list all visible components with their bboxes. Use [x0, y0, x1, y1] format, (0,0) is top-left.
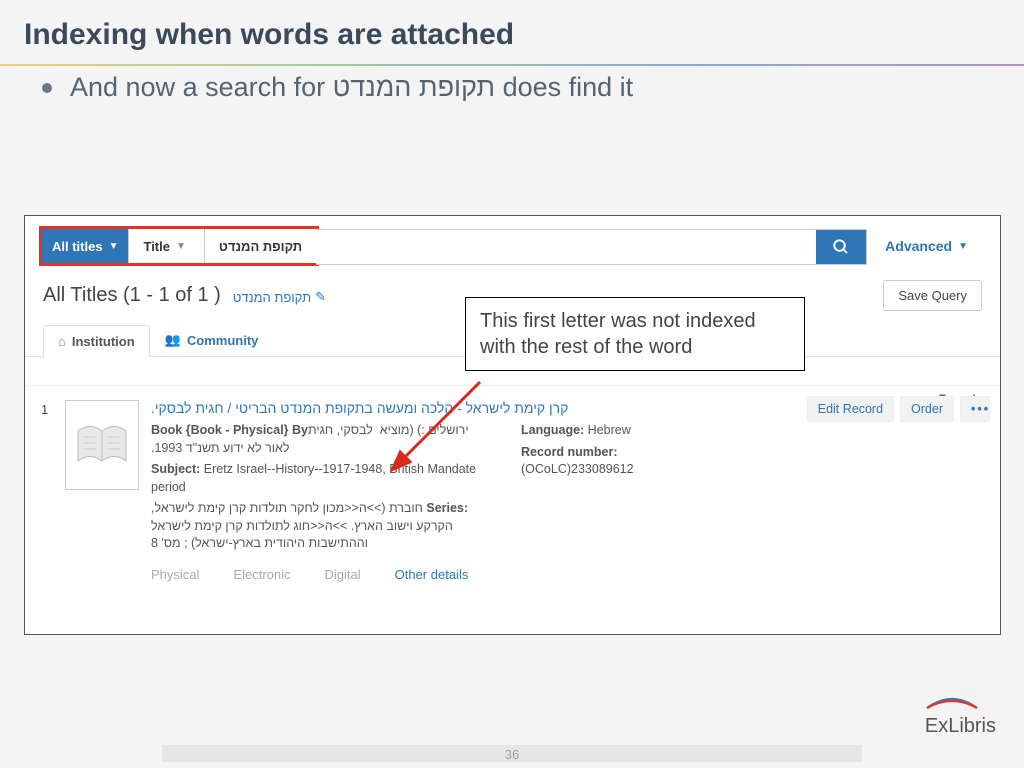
page-number: 36 [162, 745, 862, 762]
record-index: 1 [41, 400, 53, 582]
tab-community[interactable]: 👥 Community [150, 323, 274, 356]
results-header-left: All Titles (1 - 1 of 1 ) ✎ תקופת המנדט [43, 284, 326, 307]
caret-down-icon: ▼ [109, 241, 119, 252]
app-screenshot: All titles ▼ Title ▼ תקופת המנדט Advance… [24, 215, 1001, 635]
field-dropdown[interactable]: Title ▼ [128, 229, 203, 263]
slide-title: Indexing when words are attached [0, 0, 1024, 64]
search-row: All titles ▼ Title ▼ תקופת המנדט Advance… [25, 216, 1000, 266]
save-query-button[interactable]: Save Query [883, 280, 982, 311]
fmt-digital: Digital [325, 567, 361, 582]
record-meta-columns: Book {Book - Physical} By לבסקי, חגית יר… [151, 422, 984, 557]
tab-community-label: Community [187, 333, 259, 348]
home-icon: ⌂ [58, 334, 66, 349]
language-label: Language: [521, 423, 584, 437]
search-button[interactable] [816, 230, 866, 264]
advanced-search-link[interactable]: Advanced ▼ [867, 238, 986, 254]
arrow-icon [390, 378, 500, 478]
recnum-label: Record number: [521, 445, 618, 459]
result-record: 1 קרן קימת לישראל - הלכה ומעשה בתקופת המ… [25, 385, 1000, 592]
exlibris-logo: ExLibris [925, 696, 996, 738]
record-actions: Edit Record Order ••• [807, 396, 990, 422]
query-chip[interactable]: ✎ תקופת המנדט [233, 289, 326, 305]
fmt-other-details[interactable]: Other details [395, 567, 469, 582]
scope-label: All titles [52, 239, 103, 254]
bullet-dot-icon [42, 83, 52, 93]
recnum-value: (OCoLC)233089612 [521, 462, 634, 476]
more-actions-button[interactable]: ••• [960, 396, 990, 422]
record-series: Series: חוברת (>>ה<<מכון לחקר תולדות קרן… [151, 500, 481, 553]
fmt-electronic: Electronic [233, 567, 290, 582]
search-input[interactable] [316, 230, 816, 264]
highlighted-search-controls: All titles ▼ Title ▼ תקופת המנדט [39, 226, 319, 266]
edit-record-button[interactable]: Edit Record [807, 396, 894, 422]
logo-swoosh-icon [925, 696, 979, 710]
scope-dropdown[interactable]: All titles ▼ [42, 229, 128, 263]
caret-down-icon: ▼ [958, 241, 968, 252]
bullet-item: And now a search for תקופת המנדט does fi… [0, 72, 1024, 103]
results-count: All Titles (1 - 1 of 1 ) [43, 284, 221, 307]
fmt-physical: Physical [151, 567, 199, 582]
record-author: לבסקי, חגית [308, 423, 376, 437]
record-type-prefix: Book {Book - Physical} By [151, 423, 308, 437]
search-query-display: תקופת המנדט [204, 229, 316, 263]
record-number: Record number: (OCoLC)233089612 [521, 444, 634, 479]
caret-down-icon: ▼ [176, 241, 186, 252]
book-icon [74, 421, 130, 469]
record-thumbnail [65, 400, 139, 490]
advanced-label: Advanced [885, 238, 952, 254]
search-bar [316, 229, 867, 265]
record-meta-right: Language: Hebrew Record number: (OCoLC)23… [521, 422, 634, 557]
record-language: Language: Hebrew [521, 422, 634, 440]
format-tabs: Physical Electronic Digital Other detail… [151, 567, 984, 582]
people-icon: 👥 [165, 332, 181, 348]
pencil-icon: ✎ [315, 289, 326, 305]
field-label: Title [143, 239, 170, 254]
annotation-callout: This first letter was not indexed with t… [465, 297, 805, 371]
search-icon [832, 238, 850, 256]
tab-institution[interactable]: ⌂ Institution [43, 325, 150, 357]
language-value: Hebrew [584, 423, 631, 437]
order-button[interactable]: Order [900, 396, 954, 422]
tab-institution-label: Institution [72, 334, 135, 349]
subject-label: Subject: [151, 462, 200, 476]
series-label: Series: [426, 501, 468, 515]
query-chip-text: תקופת המנדט [233, 290, 311, 305]
series-value: חוברת (>>ה<<מכון לחקר תולדות קרן קימת לי… [151, 501, 453, 550]
bullet-text: And now a search for תקופת המנדט does fi… [70, 72, 633, 103]
divider [0, 64, 1024, 66]
record-body: קרן קימת לישראל - הלכה ומעשה בתקופת המנד… [151, 400, 984, 582]
